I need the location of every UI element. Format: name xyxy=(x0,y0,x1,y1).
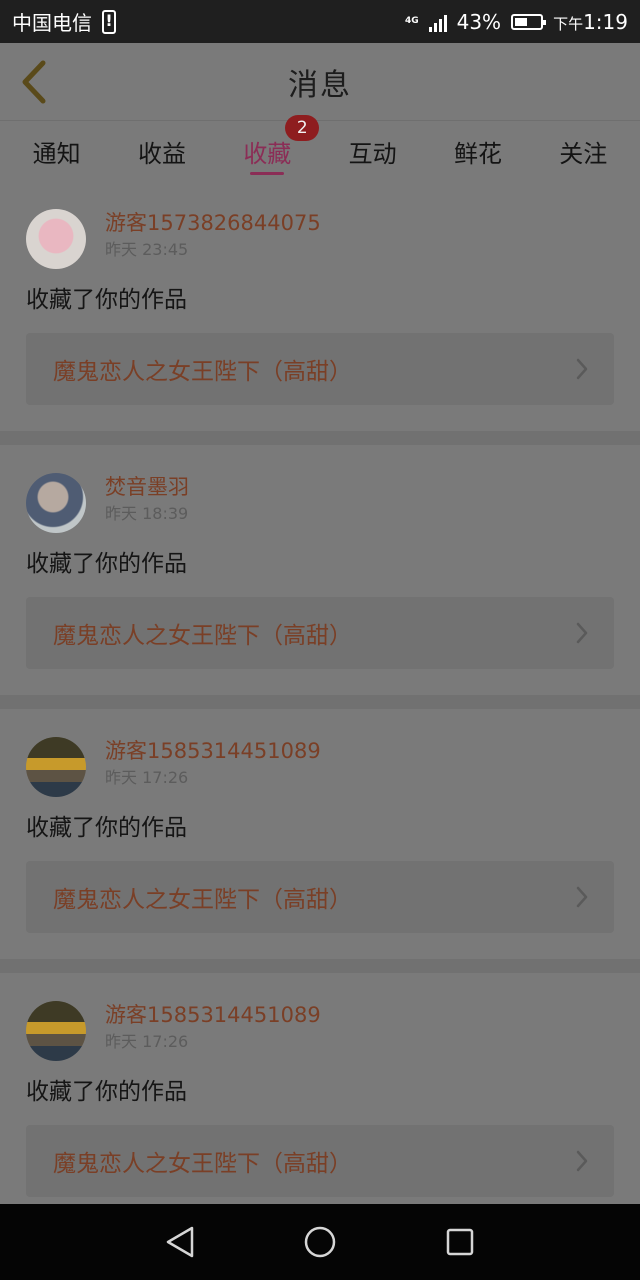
circle-home-icon xyxy=(304,1226,336,1258)
user-meta: 游客1573826844075 昨天 23:45 xyxy=(105,201,321,263)
time-value: 1:19 xyxy=(583,9,628,34)
clock: 下午1:19 xyxy=(553,10,628,34)
avatar[interactable] xyxy=(26,737,86,797)
work-title: 魔鬼恋人之女王陛下（高甜） xyxy=(53,623,352,649)
tab-label: 鲜花 xyxy=(453,139,502,168)
timestamp: 昨天 17:26 xyxy=(105,1032,189,1051)
user-meta: 游客1585314451089 昨天 17:26 xyxy=(105,993,321,1055)
nav-recents-button[interactable] xyxy=(440,1222,480,1262)
username[interactable]: 游客1585314451089 xyxy=(105,1001,321,1029)
tab-label: 通知 xyxy=(32,139,81,168)
tab-label: 互动 xyxy=(348,139,397,168)
action-text: 收藏了你的作品 xyxy=(26,551,187,577)
action-text: 收藏了你的作品 xyxy=(26,815,187,841)
message-card: 游客1573826844075 昨天 23:45 收藏了你的作品 魔鬼恋人之女王… xyxy=(0,181,640,431)
action-text: 收藏了你的作品 xyxy=(26,1079,187,1105)
unread-badge: 2 xyxy=(285,115,320,141)
chevron-right-icon xyxy=(576,1150,588,1172)
signal-icon xyxy=(428,12,447,32)
nav-home-button[interactable] xyxy=(300,1222,340,1262)
divider xyxy=(0,431,640,445)
tab-follows[interactable]: 关注 xyxy=(551,121,615,181)
status-bar: 中国电信 4G 43% 下午1:19 xyxy=(0,0,640,43)
app-header: 消息 xyxy=(0,43,640,121)
work-link[interactable]: 魔鬼恋人之女王陛下（高甜） xyxy=(26,597,614,669)
work-title: 魔鬼恋人之女王陛下（高甜） xyxy=(53,887,352,913)
battery-percent: 43% xyxy=(456,9,502,34)
chevron-right-icon xyxy=(576,358,588,380)
system-nav-bar xyxy=(0,1204,640,1280)
user-row: 游客1573826844075 昨天 23:45 xyxy=(26,201,614,269)
work-link[interactable]: 魔鬼恋人之女王陛下（高甜） xyxy=(26,861,614,933)
sim-alert-icon xyxy=(102,9,116,34)
timestamp: 昨天 17:26 xyxy=(105,768,189,787)
chevron-right-icon xyxy=(576,886,588,908)
timestamp: 昨天 18:39 xyxy=(105,504,189,523)
user-row: 游客1585314451089 昨天 17:26 xyxy=(26,729,614,797)
tab-interactions[interactable]: 互动 xyxy=(341,121,405,181)
tab-favorites[interactable]: 收藏 2 xyxy=(235,115,320,181)
tab-label: 收益 xyxy=(137,139,186,168)
username[interactable]: 游客1585314451089 xyxy=(105,737,321,765)
message-list: 游客1573826844075 昨天 23:45 收藏了你的作品 魔鬼恋人之女王… xyxy=(0,181,640,1223)
status-left: 中国电信 xyxy=(12,7,116,36)
triangle-back-icon xyxy=(166,1226,194,1258)
user-row: 焚音墨羽 昨天 18:39 xyxy=(26,465,614,533)
message-card: 焚音墨羽 昨天 18:39 收藏了你的作品 魔鬼恋人之女王陛下（高甜） xyxy=(0,445,640,695)
user-meta: 游客1585314451089 昨天 17:26 xyxy=(105,729,321,791)
timestamp: 昨天 23:45 xyxy=(105,240,189,259)
username[interactable]: 焚音墨羽 xyxy=(105,473,189,501)
user-meta: 焚音墨羽 昨天 18:39 xyxy=(105,465,189,527)
tab-label: 关注 xyxy=(559,139,608,168)
network-label: 4G xyxy=(404,16,419,26)
work-title: 魔鬼恋人之女王陛下（高甜） xyxy=(53,1151,352,1177)
battery-icon xyxy=(511,13,547,30)
tab-flowers[interactable]: 鲜花 xyxy=(446,121,510,181)
tab-notifications[interactable]: 通知 xyxy=(25,121,89,181)
nav-back-button[interactable] xyxy=(160,1222,200,1262)
avatar[interactable] xyxy=(26,473,86,533)
page-title: 消息 xyxy=(288,67,352,103)
square-recents-icon xyxy=(446,1228,474,1256)
username[interactable]: 游客1573826844075 xyxy=(105,209,321,237)
message-card: 游客1585314451089 昨天 17:26 收藏了你的作品 魔鬼恋人之女王… xyxy=(0,709,640,959)
back-button[interactable] xyxy=(14,57,54,107)
carrier-label: 中国电信 xyxy=(12,11,92,35)
status-right: 4G 43% 下午1:19 xyxy=(405,10,628,34)
tab-earnings[interactable]: 收益 xyxy=(130,121,194,181)
work-link[interactable]: 魔鬼恋人之女王陛下（高甜） xyxy=(26,1125,614,1197)
divider xyxy=(0,695,640,709)
tab-label: 收藏 xyxy=(243,139,292,168)
chevron-left-icon xyxy=(22,60,46,104)
time-prefix: 下午 xyxy=(553,14,584,33)
divider xyxy=(0,959,640,973)
avatar[interactable] xyxy=(26,1001,86,1061)
chevron-right-icon xyxy=(576,622,588,644)
action-text: 收藏了你的作品 xyxy=(26,287,187,313)
message-card: 游客1585314451089 昨天 17:26 收藏了你的作品 魔鬼恋人之女王… xyxy=(0,973,640,1223)
avatar[interactable] xyxy=(26,209,86,269)
tab-bar: 通知 收益 收藏 2 互动 鲜花 关注 xyxy=(0,115,640,181)
work-link[interactable]: 魔鬼恋人之女王陛下（高甜） xyxy=(26,333,614,405)
user-row: 游客1585314451089 昨天 17:26 xyxy=(26,993,614,1061)
work-title: 魔鬼恋人之女王陛下（高甜） xyxy=(53,359,352,385)
